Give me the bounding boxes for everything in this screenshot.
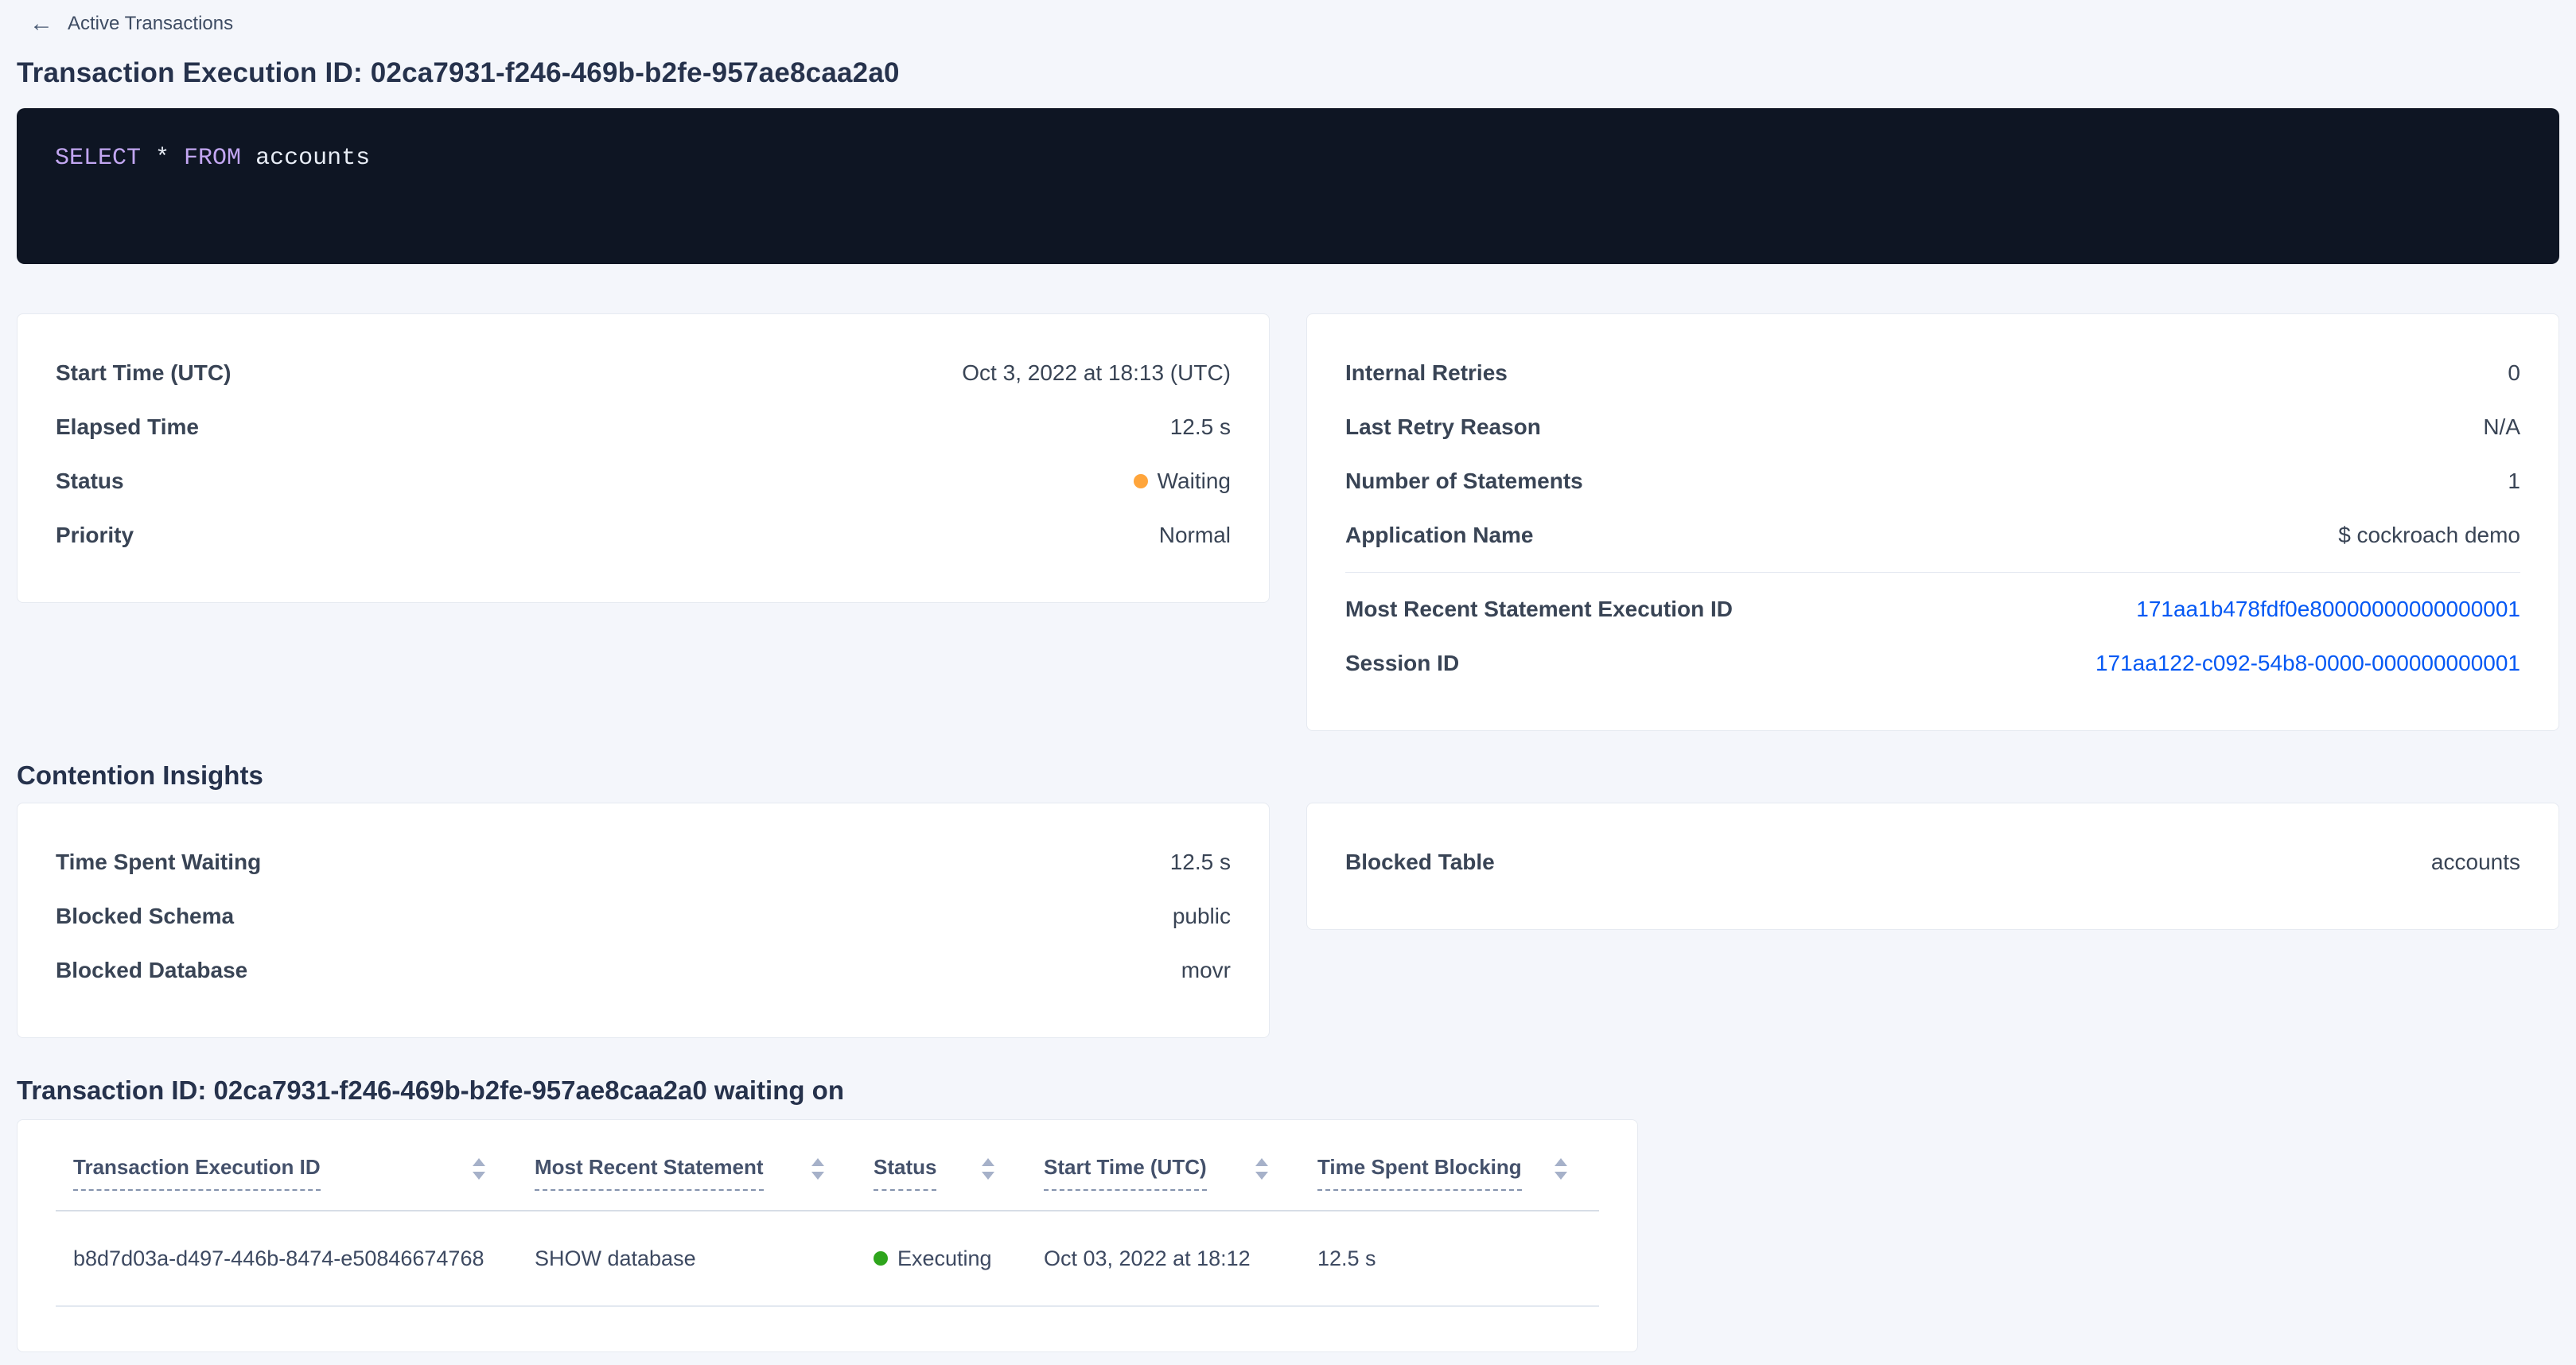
cell-start-time: Oct 03, 2022 at 18:12	[1026, 1246, 1300, 1271]
cell-status: Executing	[856, 1246, 1026, 1271]
row-value: Normal	[1159, 523, 1231, 548]
status-waiting-dot-icon	[1134, 474, 1148, 488]
row-label: Last Retry Reason	[1345, 414, 1541, 440]
column-header-label: Time Spent Blocking	[1317, 1155, 1522, 1191]
table-row: b8d7d03a-d497-446b-8474-e50846674768 SHO…	[56, 1211, 1599, 1307]
row-value: accounts	[2431, 850, 2520, 875]
column-header-time-spent-blocking[interactable]: Time Spent Blocking	[1300, 1155, 1599, 1191]
summary-row-last-retry-reason: Last Retry Reason N/A	[1307, 400, 2558, 454]
card-divider	[1345, 572, 2520, 573]
row-label: Blocked Database	[56, 958, 247, 983]
row-value: $ cockroach demo	[2338, 523, 2520, 548]
sql-statement-box: SELECT * FROM accounts	[17, 108, 2559, 264]
row-value: N/A	[2483, 414, 2520, 440]
sort-icon[interactable]	[982, 1158, 994, 1180]
row-label: Status	[56, 469, 124, 494]
status-text: Executing	[897, 1246, 992, 1271]
statement-execution-id-link[interactable]: 171aa1b478fdf0e80000000000000001	[2136, 597, 2520, 622]
contention-right-card: Blocked Table accounts	[1306, 803, 2559, 930]
sort-icon[interactable]	[473, 1158, 485, 1180]
status-executing-dot-icon	[874, 1251, 888, 1266]
sort-icon[interactable]	[1555, 1158, 1567, 1180]
sort-icon[interactable]	[811, 1158, 824, 1180]
column-header-most-recent-statement[interactable]: Most Recent Statement	[517, 1155, 856, 1191]
row-label: Most Recent Statement Execution ID	[1345, 597, 1733, 622]
summary-row-status: Status Waiting	[18, 454, 1269, 508]
row-value: 12.5 s	[1170, 414, 1231, 440]
status-badge: Waiting	[1134, 469, 1231, 494]
status-text: Waiting	[1158, 469, 1231, 494]
summary-row-statement-execution-id: Most Recent Statement Execution ID 171aa…	[1307, 582, 2558, 636]
column-header-label: Most Recent Statement	[535, 1155, 764, 1191]
overview-right-card: Internal Retries 0 Last Retry Reason N/A…	[1306, 313, 2559, 731]
row-label: Time Spent Waiting	[56, 850, 261, 875]
waiting-on-table: Transaction Execution ID Most Recent Sta…	[17, 1119, 1638, 1352]
column-header-transaction-execution-id[interactable]: Transaction Execution ID	[56, 1155, 517, 1191]
row-label: Session ID	[1345, 651, 1459, 676]
row-label: Application Name	[1345, 523, 1533, 548]
row-label: Blocked Schema	[56, 904, 234, 929]
summary-row-start-time: Start Time (UTC) Oct 3, 2022 at 18:13 (U…	[18, 346, 1269, 400]
row-value: 1	[2508, 469, 2520, 494]
contention-row-blocked-schema: Blocked Schema public	[18, 889, 1269, 943]
row-label: Start Time (UTC)	[56, 360, 231, 386]
sort-icon[interactable]	[1255, 1158, 1268, 1180]
row-label: Internal Retries	[1345, 360, 1508, 386]
summary-row-application-name: Application Name $ cockroach demo	[1307, 508, 2558, 562]
summary-row-session-id: Session ID 171aa122-c092-54b8-0000-00000…	[1307, 636, 2558, 690]
back-link[interactable]: ← Active Transactions	[17, 8, 233, 40]
sql-keyword-select: SELECT	[55, 145, 141, 172]
summary-row-internal-retries: Internal Retries 0	[1307, 346, 2558, 400]
row-value: Oct 3, 2022 at 18:13 (UTC)	[962, 360, 1231, 386]
back-link-label[interactable]: Active Transactions	[68, 13, 233, 35]
row-label: Elapsed Time	[56, 414, 199, 440]
row-value: 0	[2508, 360, 2520, 386]
page-title: Transaction Execution ID: 02ca7931-f246-…	[17, 56, 2559, 91]
row-value: public	[1173, 904, 1231, 929]
contention-insights-heading: Contention Insights	[17, 760, 2559, 791]
cell-most-recent-statement: SHOW database	[517, 1246, 856, 1271]
column-header-status[interactable]: Status	[856, 1155, 1026, 1191]
row-value: movr	[1181, 958, 1231, 983]
summary-row-number-of-statements: Number of Statements 1	[1307, 454, 2558, 508]
row-label: Blocked Table	[1345, 850, 1495, 875]
overview-left-card: Start Time (UTC) Oct 3, 2022 at 18:13 (U…	[17, 313, 1270, 603]
sql-table-name: accounts	[241, 145, 370, 172]
summary-row-elapsed-time: Elapsed Time 12.5 s	[18, 400, 1269, 454]
column-header-label: Transaction Execution ID	[73, 1155, 321, 1191]
cell-transaction-execution-id: b8d7d03a-d497-446b-8474-e50846674768	[56, 1246, 517, 1271]
column-header-label: Status	[874, 1155, 936, 1191]
row-value: 12.5 s	[1170, 850, 1231, 875]
sql-keyword-from: FROM	[184, 145, 241, 172]
waiting-on-heading: Transaction ID: 02ca7931-f246-469b-b2fe-…	[17, 1075, 2559, 1106]
session-id-link[interactable]: 171aa122-c092-54b8-0000-000000000001	[2095, 651, 2520, 676]
sql-star: *	[141, 145, 184, 172]
table-header-row: Transaction Execution ID Most Recent Sta…	[56, 1120, 1599, 1211]
row-label: Priority	[56, 523, 134, 548]
transaction-details-page: ← Active Transactions Transaction Execut…	[0, 0, 2576, 1352]
column-header-label: Start Time (UTC)	[1044, 1155, 1207, 1191]
column-header-start-time[interactable]: Start Time (UTC)	[1026, 1155, 1300, 1191]
contention-left-card: Time Spent Waiting 12.5 s Blocked Schema…	[17, 803, 1270, 1038]
contention-row-blocked-database: Blocked Database movr	[18, 943, 1269, 998]
back-arrow-icon[interactable]: ←	[29, 12, 53, 36]
row-label: Number of Statements	[1345, 469, 1583, 494]
summary-row-priority: Priority Normal	[18, 508, 1269, 562]
cell-time-spent-blocking: 12.5 s	[1300, 1246, 1599, 1271]
contention-row-blocked-table: Blocked Table accounts	[1307, 835, 2558, 889]
contention-row-time-spent-waiting: Time Spent Waiting 12.5 s	[18, 835, 1269, 889]
